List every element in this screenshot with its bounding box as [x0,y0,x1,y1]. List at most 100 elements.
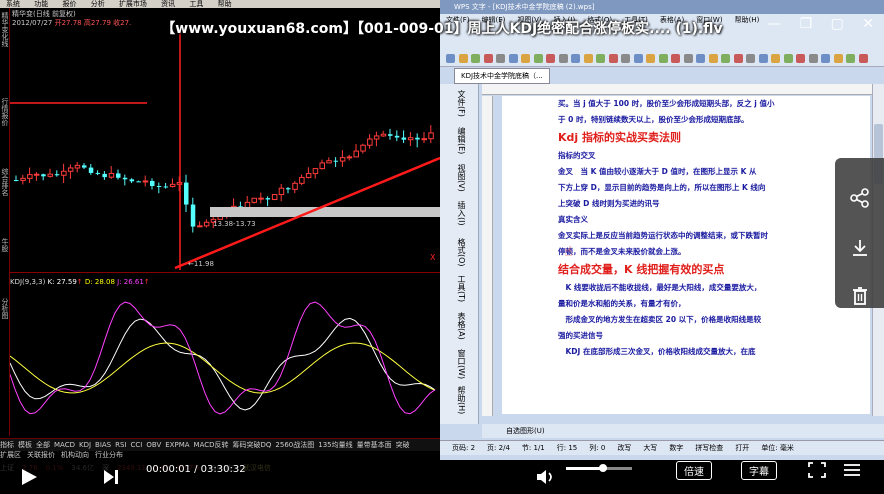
toolbar-button-icon[interactable] [708,54,718,63]
toolbar-button-icon[interactable] [596,54,605,63]
toolbar-button-icon[interactable] [546,54,555,63]
extension-tab[interactable]: 扩展区 [0,451,21,459]
toolbar-button-icon[interactable] [558,54,568,63]
download-icon[interactable] [850,238,870,258]
indicator-tab[interactable]: 模板 [18,441,32,449]
indicator-tab[interactable]: 2560战法图 [275,441,314,449]
extension-tab[interactable]: 机构动向 [61,451,89,459]
wps-side-tab[interactable]: 工具(T) [456,275,467,302]
toolbar-button-icon[interactable] [733,54,743,63]
playlist-icon[interactable] [843,462,861,478]
share-icon[interactable] [850,188,870,208]
indicator-tab[interactable]: KDJ [79,441,91,449]
toolbar-button-icon[interactable] [583,54,593,63]
subtitle-button[interactable]: 字幕 [741,461,777,480]
wps-side-tab[interactable]: 窗口(W) [456,349,467,379]
toolbar-button-icon[interactable] [458,54,468,63]
toolbar-button-icon[interactable] [508,54,518,63]
toolbar-button-icon[interactable] [821,54,830,63]
stock-menu-item[interactable]: 系统 [6,0,20,8]
play-icon[interactable] [20,468,38,486]
candle-body [251,197,257,203]
restore-button[interactable]: ❐ [800,16,813,32]
indicator-tab[interactable]: CCI [131,441,143,449]
pin-button[interactable]: ▢ [831,16,844,32]
toolbar-button-icon[interactable] [608,54,618,63]
toolbar-button-icon[interactable] [783,54,793,63]
toolbar-button-icon[interactable] [571,54,580,63]
sidebar-tab[interactable]: 行情报价 [0,98,10,126]
toolbar-button-icon[interactable] [658,54,668,63]
indicator-tab[interactable]: OBV [146,441,161,449]
indicator-tab[interactable]: EXPMA [165,441,189,449]
stock-menu-item[interactable]: 工具 [189,0,203,8]
indicator-tab[interactable]: MACD [54,441,75,449]
stock-menu-item[interactable]: 帮助 [218,0,232,8]
toolbar-button-icon[interactable] [771,54,780,63]
toolbar-button-icon[interactable] [746,54,755,63]
document-line: 形成金叉的地方发生在超卖区 20 以下，价格是收阳线是较 [558,315,762,324]
stock-menu-item[interactable]: 分析 [91,0,105,8]
stock-menu-item[interactable]: 报价 [62,0,76,8]
candlestick-chart[interactable]: 13.38-13.73 ←11.98 X [10,30,440,270]
toolbar-button-icon[interactable] [808,54,818,63]
toolbar-button-icon[interactable] [633,54,643,63]
document-tab[interactable]: KDJ技术中金学院底稿（... [454,68,550,84]
indicator-tab[interactable]: 指标 [0,441,14,449]
toolbar-button-icon[interactable] [696,54,705,63]
indicator-tab[interactable]: 量带基本面 [357,441,392,449]
toolbar-button-icon[interactable] [483,54,493,63]
volume-slider[interactable] [566,464,632,472]
wps-side-tab[interactable]: 文件(F) [456,90,467,117]
indicator-tab[interactable]: BIAS [95,441,111,449]
toolbar-button-icon[interactable] [521,54,530,63]
fullscreen-icon[interactable] [808,462,826,478]
volume-knob[interactable] [599,464,607,472]
document-page[interactable]: 买。当 j 值大于 100 时，股价至少会形成短期头部，反之 j 值小于 0 时… [502,96,870,414]
toolbar-button-icon[interactable] [858,54,868,63]
indicator-tab[interactable]: MACD反转 [194,441,229,449]
indicator-tab[interactable]: RSI [115,441,126,449]
next-icon[interactable] [103,469,119,485]
wps-side-tab[interactable]: 插入(I) [456,201,467,226]
extension-tab[interactable]: 关联报价 [27,451,55,459]
sidebar-tab[interactable]: 分析图 [0,298,10,319]
sidebar-tab[interactable]: 综合排名 [0,168,10,196]
wps-side-tab[interactable]: 格式(O) [456,238,467,267]
wps-toolbar [440,52,884,67]
toolbar-button-icon[interactable] [846,54,855,63]
close-button[interactable]: ✕ [862,16,874,32]
wps-side-tab[interactable]: 帮助(H) [456,386,467,414]
minimize-button[interactable]: — [767,16,781,32]
wps-side-tab[interactable]: 编辑(E) [456,127,467,154]
stock-menu-item[interactable]: 资讯 [161,0,175,8]
extension-tab[interactable]: 行业分布 [95,451,123,459]
wps-side-tab[interactable]: 视图(V) [456,164,467,192]
toolbar-button-icon[interactable] [833,54,843,63]
delete-icon[interactable] [850,286,870,306]
indicator-tab[interactable]: 135均量线 [318,441,352,449]
candle-body [20,177,26,181]
toolbar-button-icon[interactable] [471,54,480,63]
toolbar-button-icon[interactable] [671,54,680,63]
toolbar-button-icon[interactable] [621,54,630,63]
autoshape-button[interactable]: 自选图形(U) [506,427,545,435]
toolbar-button-icon[interactable] [496,54,505,63]
speed-button[interactable]: 倍速 [676,461,712,480]
stock-menu-item[interactable]: 功能 [34,0,48,8]
toolbar-button-icon[interactable] [796,54,805,63]
indicator-tab[interactable]: 筹码突破DQ [233,441,272,449]
indicator-tab[interactable]: 突破 [396,441,410,449]
stock-menu-item[interactable]: 扩展市场 [119,0,147,8]
toolbar-button-icon[interactable] [683,54,693,63]
volume-icon[interactable] [536,469,556,485]
toolbar-button-icon[interactable] [446,54,455,63]
toolbar-button-icon[interactable] [721,54,730,63]
toolbar-button-icon[interactable] [533,54,543,63]
indicator-tab[interactable]: 全部 [36,441,50,449]
toolbar-button-icon[interactable] [646,54,655,63]
kdj-chart[interactable] [10,288,440,438]
wps-side-tab[interactable]: 表格(A) [456,312,467,340]
sidebar-tab[interactable]: 牛股 [0,238,10,252]
toolbar-button-icon[interactable] [758,54,768,63]
